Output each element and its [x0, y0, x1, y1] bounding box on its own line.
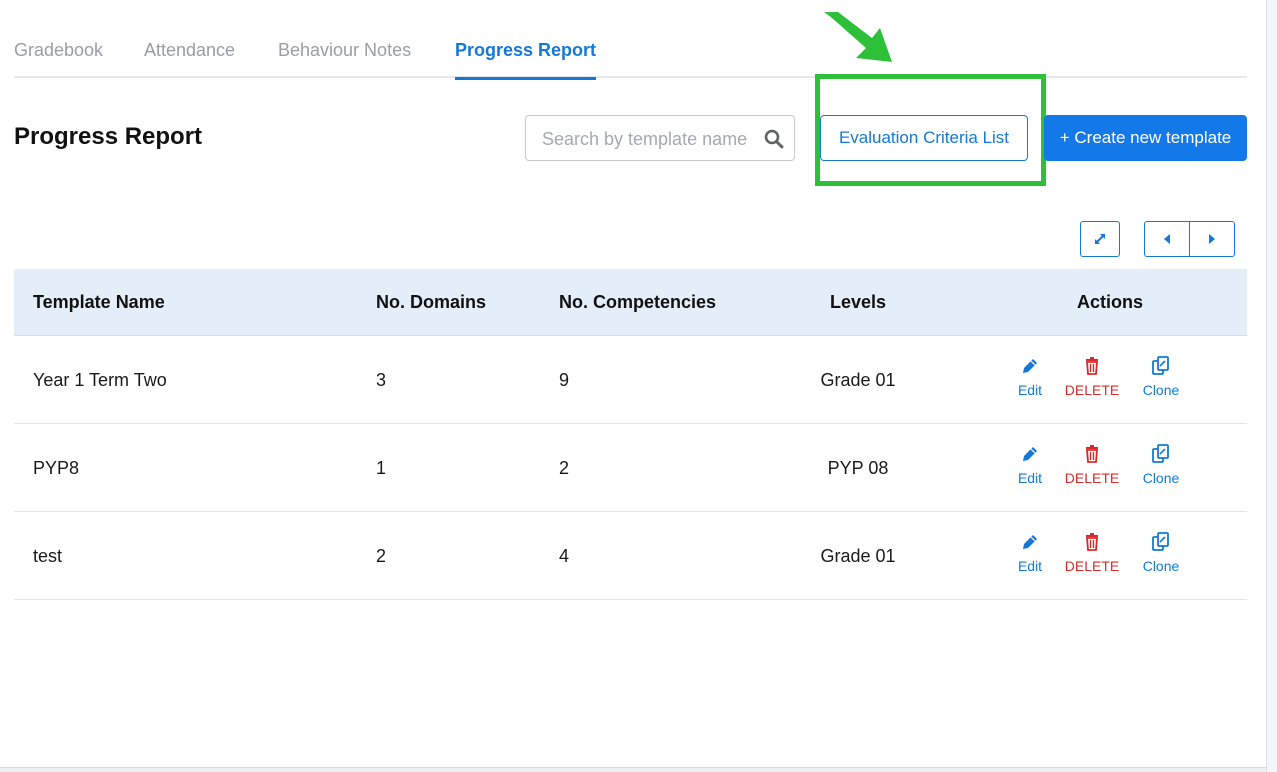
delete-button[interactable]: DELETE — [1060, 444, 1124, 494]
cell-template-name: PYP8 — [33, 458, 80, 478]
clone-label: Clone — [1142, 470, 1180, 486]
window-right-edge — [1266, 0, 1277, 772]
prev-page-button[interactable] — [1145, 222, 1189, 256]
caret-right-icon — [1209, 234, 1215, 244]
copy-icon — [1152, 532, 1169, 551]
trash-icon — [1086, 533, 1098, 551]
header-no-domains[interactable]: No. Domains — [376, 269, 486, 336]
clone-button[interactable]: Clone — [1129, 444, 1193, 494]
pencil-icon — [1023, 447, 1037, 461]
cell-levels: Grade 01 — [820, 546, 896, 566]
edit-label: Edit — [1017, 470, 1043, 486]
pencil-icon — [1023, 359, 1037, 373]
delete-button[interactable]: DELETE — [1060, 532, 1124, 582]
pager — [1144, 221, 1235, 257]
window-bottom-edge — [0, 767, 1266, 772]
search-box — [525, 115, 795, 161]
tab-progress-report[interactable]: Progress Report — [455, 40, 597, 80]
copy-icon — [1152, 444, 1169, 463]
cell-competencies: 9 — [559, 370, 570, 390]
cell-domains: 3 — [376, 370, 387, 390]
annotation-arrow-icon — [824, 12, 892, 62]
cell-template-name: Year 1 Term Two — [33, 370, 167, 390]
header-levels[interactable]: Levels — [758, 269, 958, 336]
delete-button[interactable]: DELETE — [1060, 356, 1124, 406]
cell-levels: Grade 01 — [820, 370, 896, 390]
delete-label: DELETE — [1064, 470, 1120, 486]
edit-button[interactable]: Edit — [998, 532, 1062, 582]
edit-button[interactable]: Edit — [998, 444, 1062, 494]
create-new-template-button[interactable]: + Create new template — [1044, 115, 1247, 161]
search-icon[interactable] — [764, 129, 784, 149]
expand-icon — [1095, 234, 1105, 244]
header-no-competencies[interactable]: No. Competencies — [559, 269, 716, 336]
delete-label: DELETE — [1064, 382, 1120, 398]
table-row: Year 1 Term Two 3 9 Grade 01 Edit DELETE — [14, 336, 1247, 424]
pencil-icon — [1023, 535, 1037, 549]
expand-button[interactable] — [1080, 221, 1120, 257]
tab-behaviour-notes[interactable]: Behaviour Notes — [278, 40, 411, 78]
table-row: test 2 4 Grade 01 Edit DELETE Clone — [14, 512, 1247, 600]
edit-button[interactable]: Edit — [998, 356, 1062, 406]
next-page-button[interactable] — [1189, 222, 1234, 256]
caret-left-icon — [1164, 234, 1170, 244]
tab-gradebook[interactable]: Gradebook — [14, 40, 103, 78]
cell-competencies: 2 — [559, 458, 570, 478]
table-header: Template Name No. Domains No. Competenci… — [14, 269, 1247, 336]
tab-bar: Gradebook Attendance Behaviour Notes Pro… — [14, 0, 1247, 80]
header-actions: Actions — [1076, 292, 1143, 312]
cell-levels: PYP 08 — [827, 458, 889, 478]
search-input[interactable] — [542, 126, 762, 152]
cell-domains: 1 — [376, 458, 387, 478]
clone-button[interactable]: Clone — [1129, 356, 1193, 406]
templates-table: Template Name No. Domains No. Competenci… — [14, 269, 1247, 600]
header-template-name[interactable]: Template Name — [33, 269, 165, 336]
table-row: PYP8 1 2 PYP 08 Edit DELETE Clone — [14, 424, 1247, 512]
trash-icon — [1086, 357, 1098, 375]
clone-label: Clone — [1142, 382, 1180, 398]
clone-button[interactable]: Clone — [1129, 532, 1193, 582]
edit-label: Edit — [1017, 558, 1043, 574]
edit-label: Edit — [1017, 382, 1043, 398]
evaluation-criteria-list-button[interactable]: Evaluation Criteria List — [820, 115, 1028, 161]
cell-domains: 2 — [376, 546, 387, 566]
trash-icon — [1086, 445, 1098, 463]
cell-competencies: 4 — [559, 546, 570, 566]
delete-label: DELETE — [1064, 558, 1120, 574]
cell-template-name: test — [33, 546, 63, 566]
page-title: Progress Report — [14, 123, 203, 150]
clone-label: Clone — [1142, 558, 1180, 574]
tab-attendance[interactable]: Attendance — [144, 40, 235, 78]
copy-icon — [1152, 356, 1169, 375]
